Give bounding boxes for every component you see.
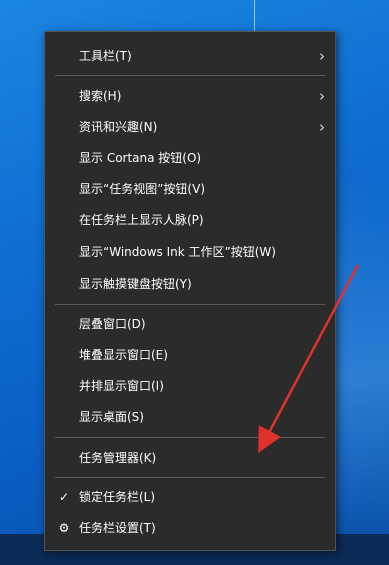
menu-item-label: 资讯和兴趣(N) [79, 120, 158, 134]
checkmark-icon: ✓ [58, 490, 70, 504]
menu-item-label: 在任务栏上显示人脉(P) [79, 213, 204, 227]
menu-item-label: 搜索(H) [79, 89, 122, 103]
menu-item-label: 显示“Windows Ink 工作区”按钮(W) [79, 245, 276, 259]
menu-item-toolbars[interactable]: 工具栏(T) › [45, 41, 335, 72]
menu-item-search[interactable]: 搜索(H) › [45, 81, 335, 112]
menu-item-taskbar-settings[interactable]: ⚙ 任务栏设置(T) [45, 513, 335, 544]
taskbar-context-menu: 工具栏(T) › 搜索(H) › 资讯和兴趣(N) › 显示 Cortana 按… [44, 31, 336, 551]
gear-icon: ⚙ [58, 521, 70, 535]
menu-item-label: 锁定任务栏(L) [79, 490, 156, 504]
menu-item-show-windows-ink-button[interactable]: 显示“Windows Ink 工作区”按钮(W) [45, 237, 335, 268]
menu-separator [55, 437, 325, 438]
menu-item-show-task-view-button[interactable]: 显示“任务视图”按钮(V) [45, 174, 335, 205]
menu-item-cascade-windows[interactable]: 层叠窗口(D) [45, 309, 335, 340]
menu-item-label: 堆叠显示窗口(E) [79, 348, 168, 362]
menu-item-label: 层叠窗口(D) [79, 317, 146, 331]
menu-separator [55, 75, 325, 76]
menu-item-label: 并排显示窗口(I) [79, 379, 164, 393]
chevron-right-icon: › [319, 118, 325, 136]
menu-item-label: 工具栏(T) [79, 49, 132, 63]
menu-item-news-and-interests[interactable]: 资讯和兴趣(N) › [45, 112, 335, 143]
menu-item-show-cortana-button[interactable]: 显示 Cortana 按钮(O) [45, 143, 335, 174]
menu-item-lock-taskbar[interactable]: ✓ 锁定任务栏(L) [45, 482, 335, 513]
menu-item-show-people[interactable]: 在任务栏上显示人脉(P) [45, 205, 335, 236]
menu-item-label: 显示桌面(S) [79, 410, 144, 424]
menu-item-show-desktop[interactable]: 显示桌面(S) [45, 402, 335, 433]
menu-item-side-by-side-windows[interactable]: 并排显示窗口(I) [45, 371, 335, 402]
chevron-right-icon: › [319, 87, 325, 105]
chevron-right-icon: › [319, 47, 325, 65]
menu-item-label: 显示“任务视图”按钮(V) [79, 182, 206, 196]
menu-item-label: 任务栏设置(T) [79, 521, 156, 535]
menu-item-task-manager[interactable]: 任务管理器(K) [45, 443, 335, 474]
menu-separator [55, 304, 325, 305]
menu-separator [55, 477, 325, 478]
menu-item-label: 显示 Cortana 按钮(O) [79, 151, 202, 165]
menu-item-label: 任务管理器(K) [79, 451, 157, 465]
menu-item-label: 显示触摸键盘按钮(Y) [79, 277, 192, 291]
menu-item-show-touch-keyboard-button[interactable]: 显示触摸键盘按钮(Y) [45, 269, 335, 300]
menu-item-stack-windows[interactable]: 堆叠显示窗口(E) [45, 340, 335, 371]
